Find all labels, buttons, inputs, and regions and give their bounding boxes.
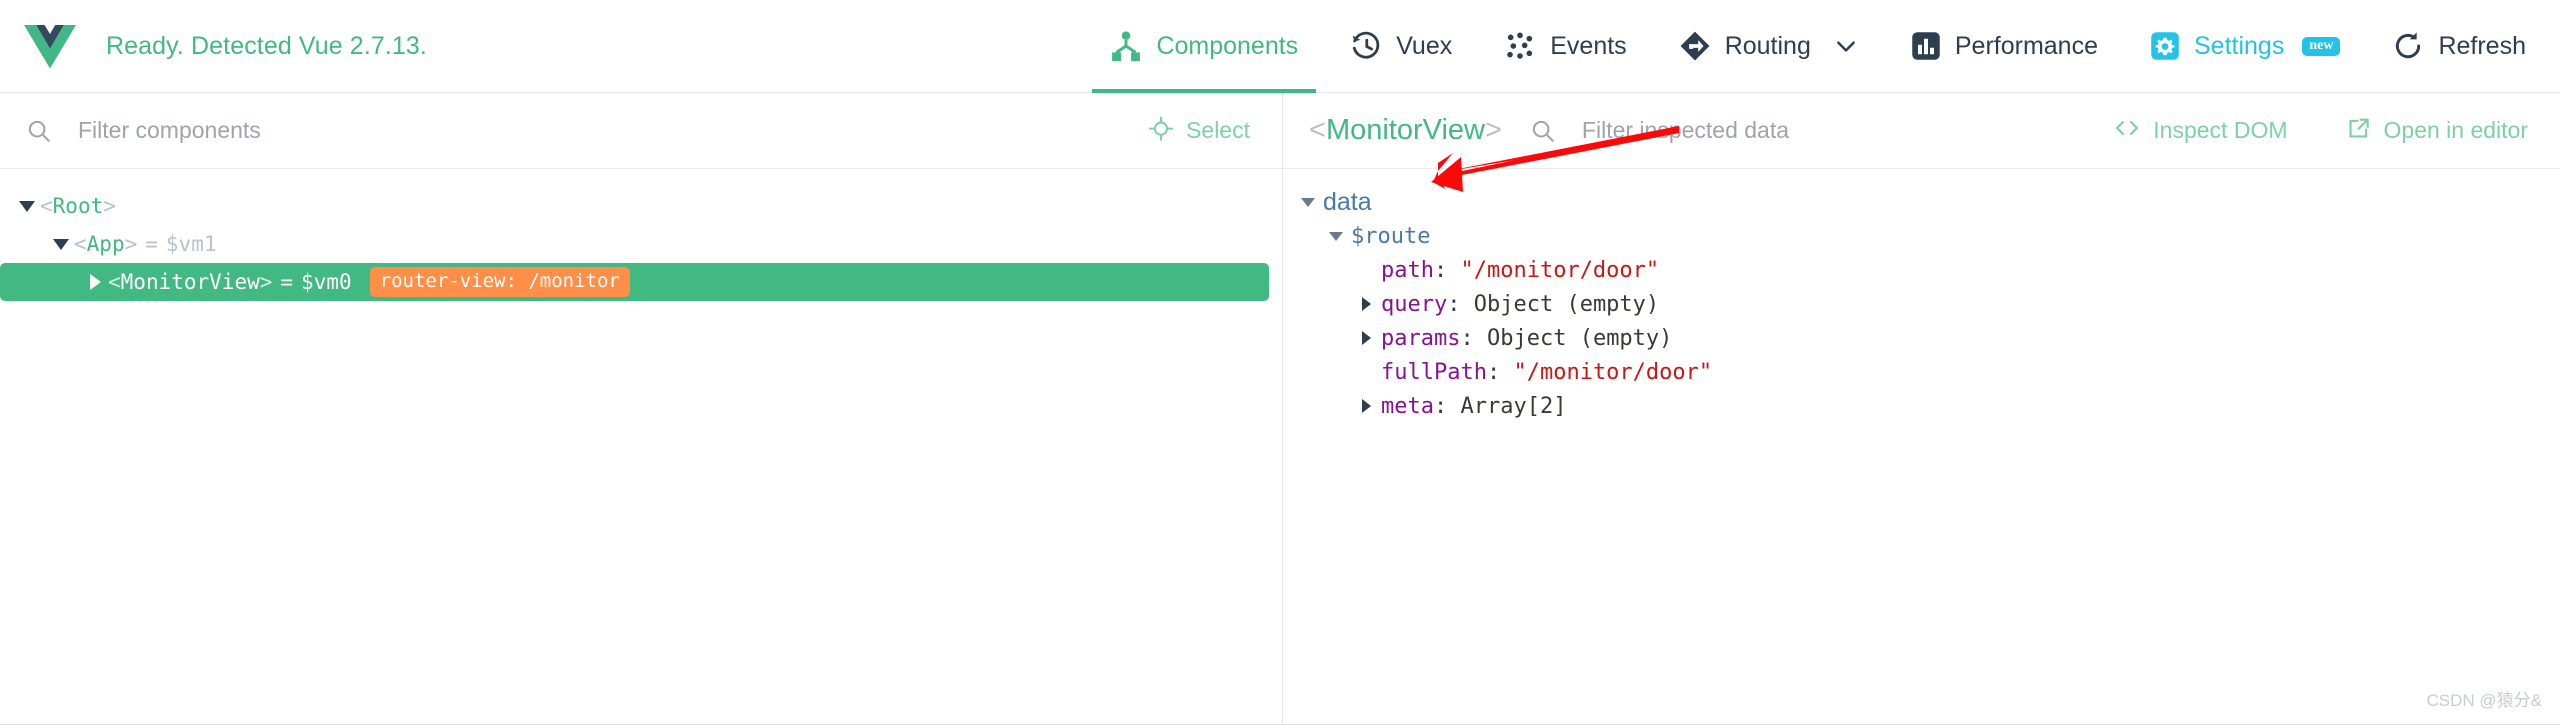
inspector-property-params[interactable]: params: Object (empty) (1283, 321, 2560, 355)
components-tree-icon (1110, 30, 1142, 62)
history-clock-icon (1350, 30, 1382, 62)
inspector-property-path[interactable]: path: "/monitor/door" (1283, 253, 2560, 287)
property-value: Object (empty) (1473, 291, 1660, 317)
component-name: App (86, 232, 125, 256)
tag-open-bracket: < (74, 232, 87, 256)
vm-equals: = (280, 270, 294, 294)
search-icon (26, 118, 52, 144)
tag-close-bracket: > (103, 194, 116, 218)
component-tree: < Root > < App > = $vm1 < MonitorView > = $vm0… (0, 169, 1282, 301)
chevron-down-icon[interactable] (1833, 33, 1859, 59)
tag-open-bracket: < (40, 194, 53, 218)
refresh-circular-arrow-icon (2392, 30, 2424, 62)
inspector-property-fullpath[interactable]: fullPath: "/monitor/door" (1283, 355, 2560, 389)
component-name: MonitorView (120, 270, 260, 294)
tab-components[interactable]: Components (1084, 0, 1324, 93)
main-split: Select <Root> <App> = $vm1 <MonitorView> (0, 93, 2560, 725)
tab-label: Routing (1724, 31, 1811, 60)
routing-diamond-arrow-icon (1679, 30, 1711, 62)
component-name: Root (52, 194, 104, 218)
triangle-down-icon[interactable] (14, 200, 40, 212)
subgroup-label: $route (1351, 223, 1431, 249)
tab-performance[interactable]: Performance (1885, 0, 2124, 93)
inspector-group-data[interactable]: data (1283, 185, 2560, 219)
gear-icon (2150, 31, 2180, 61)
property-value: Object (empty) (1486, 325, 1673, 351)
tag-open-bracket: < (108, 270, 121, 294)
vue-logo-icon (24, 25, 76, 69)
tree-row-root[interactable]: < Root > (0, 187, 1282, 225)
inspector-pane: <MonitorView> Insp (1283, 93, 2560, 725)
property-key: params (1381, 325, 1461, 351)
group-label: data (1323, 187, 1372, 216)
events-dots-icon (1504, 30, 1536, 62)
crosshair-target-icon (1148, 115, 1174, 147)
performance-bars-icon (1911, 31, 1941, 61)
tag-close-bracket: > (124, 232, 138, 256)
property-value: Array[2] (1460, 393, 1567, 419)
inspector-property-query[interactable]: query: Object (empty) (1283, 287, 2560, 321)
tab-routing[interactable]: Routing (1653, 0, 1885, 93)
tab-label: Events (1550, 31, 1627, 60)
select-label: Select (1186, 117, 1250, 143)
inspect-dom-button[interactable]: Inspect DOM (2107, 116, 2293, 146)
external-link-icon (2346, 115, 2372, 147)
property-value: "/monitor/door" (1460, 257, 1660, 283)
tab-label: Settings (2193, 31, 2285, 60)
tree-row-app[interactable]: < App > = $vm1 (0, 225, 1282, 263)
tab-settings[interactable]: Settings new (2124, 0, 2366, 93)
inspector-property-meta[interactable]: meta: Array[2] (1283, 389, 2560, 423)
tab-label: Refresh (2438, 31, 2526, 60)
status-badge: new (2302, 36, 2341, 56)
component-name: MonitorView (1325, 114, 1485, 146)
inspector-subgroup-route[interactable]: $route (1283, 219, 2560, 253)
open-in-editor-label: Open in editor (2383, 117, 2528, 143)
tab-events[interactable]: Events (1478, 0, 1652, 93)
close-bracket: > (1484, 114, 1502, 146)
property-value: "/monitor/door" (1513, 359, 1713, 385)
vm-equals: = (145, 232, 158, 256)
search-icon (1530, 118, 1556, 144)
status-text: Ready. Detected Vue 2.7.13. (106, 31, 427, 60)
tab-label: Performance (1954, 31, 2098, 60)
property-key: query (1381, 291, 1448, 317)
code-brackets-icon (2113, 116, 2141, 146)
triangle-down-icon[interactable] (1293, 197, 1323, 207)
tab-refresh[interactable]: Refresh (2366, 0, 2560, 93)
data-inspector: data $route path: "/monitor/door" query:… (1283, 169, 2560, 423)
triangle-right-icon[interactable] (1351, 399, 1381, 413)
vm-reference: $vm0 (301, 270, 352, 294)
components-pane: Select <Root> <App> = $vm1 <MonitorView> (0, 93, 1283, 725)
vue-devtools-window: Ready. Detected Vue 2.7.13. Components V… (0, 0, 2560, 725)
tab-bar: Components Vuex Events Routing Performan… (1084, 0, 2560, 93)
triangle-right-icon[interactable] (82, 274, 108, 290)
filter-components-input[interactable] (76, 110, 1143, 151)
tab-label: Components (1156, 31, 1299, 60)
triangle-down-icon[interactable] (48, 238, 74, 250)
property-key: meta (1381, 393, 1434, 419)
components-toolbar: Select (0, 93, 1282, 169)
inspector-actions: Inspect DOM Open in editor (2107, 115, 2534, 147)
select-component-button[interactable]: Select (1142, 115, 1256, 147)
triangle-right-icon[interactable] (1351, 331, 1381, 345)
tab-vuex[interactable]: Vuex (1324, 0, 1478, 93)
property-key: fullPath (1381, 359, 1487, 385)
top-toolbar: Ready. Detected Vue 2.7.13. Components V… (0, 0, 2560, 93)
filter-inspected-data-input[interactable] (1579, 110, 2074, 151)
property-key: path (1381, 257, 1434, 283)
inspected-component-title: <MonitorView> (1309, 114, 1502, 147)
inspect-dom-label: Inspect DOM (2153, 117, 2288, 143)
triangle-right-icon[interactable] (1351, 297, 1381, 311)
open-bracket: < (1309, 114, 1326, 146)
tag-close-bracket: > (259, 270, 273, 294)
triangle-down-icon[interactable] (1321, 231, 1351, 241)
inspector-toolbar: <MonitorView> Insp (1283, 93, 2560, 169)
vm-reference: $vm1 (165, 232, 217, 256)
tab-label: Vuex (1396, 31, 1453, 60)
open-in-editor-button[interactable]: Open in editor (2340, 115, 2534, 147)
router-view-badge: router-view: /monitor (369, 267, 630, 297)
watermark-text: CSDN @猿分& (2426, 691, 2543, 710)
tree-row-monitorview[interactable]: < MonitorView > = $vm0 router-view: /monit… (0, 263, 1269, 301)
